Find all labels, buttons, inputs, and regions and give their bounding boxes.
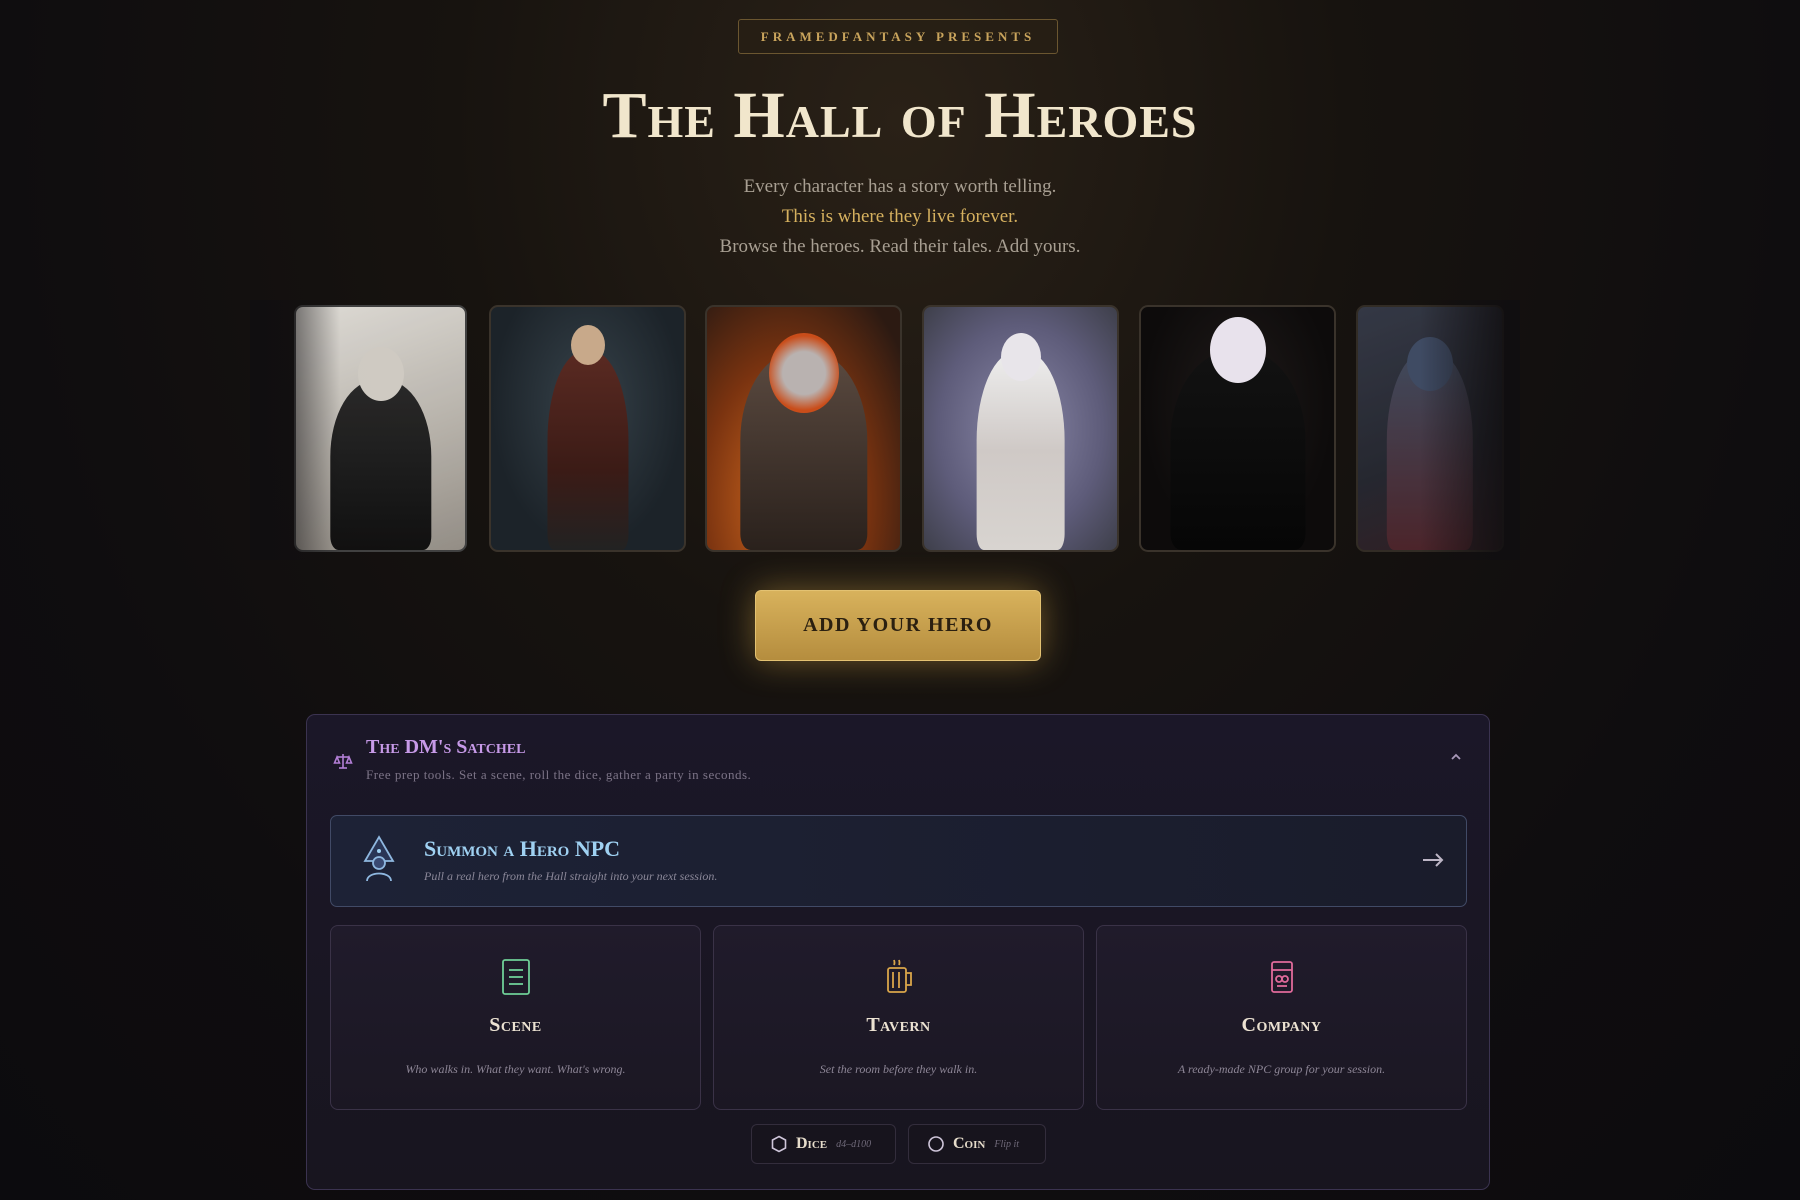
carousel-fade-left — [250, 300, 340, 560]
tool-name: Tavern — [866, 1014, 931, 1036]
circle-icon — [927, 1135, 945, 1153]
hero-portrait-body — [546, 350, 629, 550]
scene-tool-card[interactable]: Scene Who walks in. What they want. What… — [330, 925, 701, 1110]
dice-button[interactable]: Dice d4–d100 — [751, 1124, 896, 1164]
company-tool-card[interactable]: Company A ready-made NPC group for your … — [1096, 925, 1467, 1110]
coin-hint: Flip it — [994, 1138, 1020, 1150]
summon-description: Pull a real hero from the Hall straight … — [424, 869, 718, 883]
chevron-up-icon[interactable] — [1449, 749, 1463, 768]
hero-card-4[interactable] — [922, 305, 1119, 552]
hero-card-3[interactable] — [705, 305, 902, 552]
hero-portrait-head — [570, 325, 605, 365]
hero-portrait-head — [1000, 333, 1041, 381]
carousel-fade-right — [1420, 300, 1520, 560]
satchel-description: Free prep tools. Set a scene, roll the d… — [366, 767, 752, 782]
wizard-icon — [360, 835, 398, 883]
hexagon-icon — [770, 1135, 788, 1153]
add-your-hero-button[interactable]: ADD YOUR HERO — [755, 590, 1041, 661]
tool-description: Who walks in. What they want. What's wro… — [405, 1062, 626, 1076]
hero-portrait-body — [329, 379, 432, 550]
dm-satchel-panel: The DM's Satchel Free prep tools. Set a … — [306, 714, 1490, 1190]
hero-portrait-head — [1209, 317, 1266, 383]
dice-range: d4–d100 — [836, 1138, 872, 1150]
tool-description: A ready-made NPC group for your session. — [1177, 1062, 1386, 1076]
tool-name: Company — [1241, 1014, 1322, 1036]
subtitle-line-2: This is where they live forever. — [781, 206, 1019, 227]
mug-icon — [882, 958, 916, 996]
cards-icon — [1265, 958, 1299, 996]
satchel-title: The DM's Satchel — [366, 736, 526, 758]
page-title: The Hall of Heroes — [602, 79, 1198, 152]
subtitle-line-1: Every character has a story worth tellin… — [743, 176, 1057, 197]
coin-label: Coin — [953, 1135, 986, 1152]
tool-name: Scene — [489, 1014, 542, 1036]
summon-title: Summon a Hero NPC — [424, 836, 621, 861]
page: FRAMEDFANTASY PRESENTS The Hall of Heroe… — [0, 0, 1800, 1200]
hero-portrait-head — [768, 333, 839, 413]
hero-portrait-head — [357, 347, 404, 401]
tavern-tool-card[interactable]: Tavern Set the room before they walk in. — [713, 925, 1084, 1110]
hero-carousel — [294, 305, 1504, 552]
tool-description: Set the room before they walk in. — [819, 1062, 978, 1076]
hero-card-5[interactable] — [1139, 305, 1336, 552]
scales-icon — [333, 751, 353, 771]
summon-hero-npc-button[interactable]: Summon a Hero NPC Pull a real hero from … — [330, 815, 1467, 907]
hero-card-2[interactable] — [489, 305, 686, 552]
arrow-right-icon — [1422, 846, 1444, 874]
dice-label: Dice — [796, 1135, 828, 1152]
coin-button[interactable]: Coin Flip it — [908, 1124, 1046, 1164]
presents-badge: FRAMEDFANTASY PRESENTS — [738, 19, 1058, 54]
scroll-icon — [499, 958, 533, 996]
subtitle-line-3: Browse the heroes. Read their tales. Add… — [719, 236, 1081, 257]
